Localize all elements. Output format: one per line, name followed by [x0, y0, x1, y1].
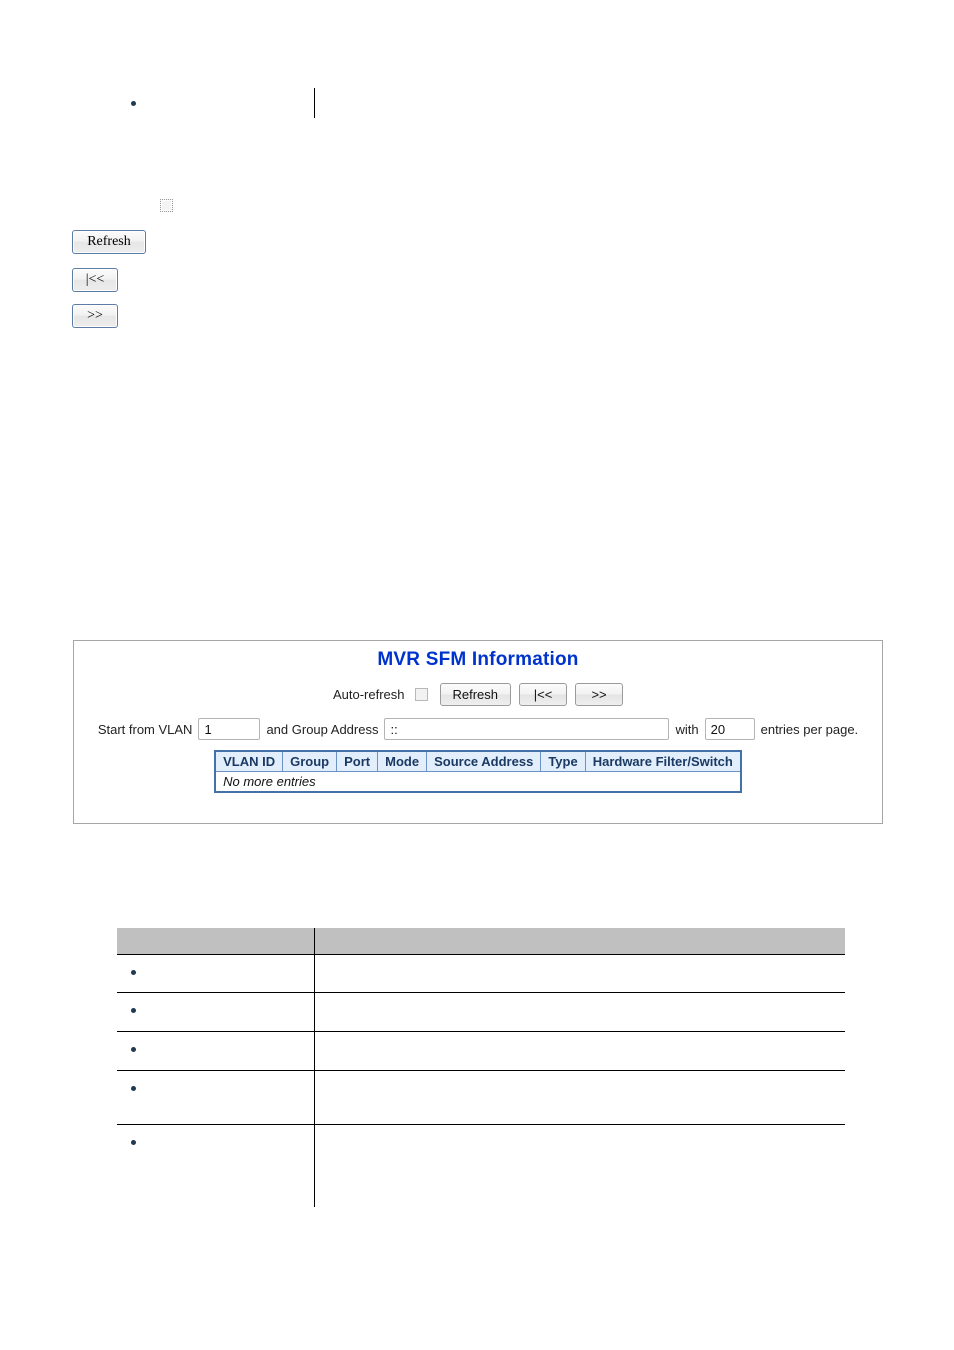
table-cell-description [314, 1032, 845, 1070]
table-header-row: VLAN ID Group Port Mode Source Address Type Ha… [214, 750, 742, 772]
table-cell-term [117, 88, 314, 118]
next-page-button[interactable]: >> [72, 304, 118, 328]
panel-toolbar: Auto-refresh Refresh |<< >> [74, 683, 882, 706]
entries-per-page-input[interactable] [704, 718, 755, 740]
table-cell-term [117, 993, 314, 1031]
refresh-button[interactable]: Refresh [72, 230, 146, 254]
column-header-group: Group [282, 750, 338, 772]
bullet-icon [131, 1046, 136, 1052]
table-row [117, 1031, 845, 1070]
table-row [117, 992, 845, 1031]
table-body: No more entries [214, 771, 742, 793]
entries-per-page-label: entries per page. [760, 721, 859, 737]
mvr-sfm-information-panel: MVR SFM Information Auto-refresh Refresh… [73, 640, 883, 824]
table-row [117, 1070, 845, 1124]
auto-refresh-checkbox[interactable] [414, 688, 428, 701]
table-cell-description [314, 955, 845, 992]
column-header-mode: Mode [377, 750, 428, 772]
table-row [117, 88, 845, 118]
column-header-port: Port [336, 750, 379, 772]
top-definition-table [117, 88, 845, 118]
bullet-icon [131, 1007, 136, 1013]
table-row-empty: No more entries [214, 771, 742, 793]
table-cell-description [314, 993, 845, 1031]
column-header-type: Type [540, 750, 586, 772]
bullet-icon [131, 1139, 136, 1145]
no-entries-message: No more entries [214, 771, 742, 793]
start-from-vlan-label: Start from VLAN [97, 721, 193, 737]
column-header-source-address: Source Address [426, 750, 542, 772]
table-cell-description [314, 88, 845, 118]
table-head: VLAN ID Group Port Mode Source Address Type Ha… [214, 750, 742, 772]
table-cell-term [117, 1125, 314, 1207]
column-header-hardware-filter-switch: Hardware Filter/Switch [584, 750, 742, 772]
header-cell-object [117, 928, 314, 954]
bullet-icon [131, 100, 136, 106]
table-cell-description [314, 1125, 845, 1207]
start-vlan-input[interactable] [198, 718, 261, 740]
mvr-sfm-table-wrapper: VLAN ID Group Port Mode Source Address Type Ha… [74, 750, 882, 793]
next-page-button[interactable]: >> [575, 683, 624, 706]
table-cell-term [117, 1032, 314, 1070]
mvr-sfm-table: VLAN ID Group Port Mode Source Address Type Ha… [214, 750, 742, 793]
group-address-input[interactable] [384, 718, 670, 740]
refresh-button[interactable]: Refresh [439, 683, 512, 706]
table-header-row [117, 928, 845, 954]
first-page-button[interactable]: |<< [72, 268, 118, 292]
column-header-vlan-id: VLAN ID [214, 750, 284, 772]
table-row [117, 954, 845, 992]
table-cell-term [117, 955, 314, 992]
filter-row: Start from VLAN and Group Address with e… [74, 718, 882, 740]
bullet-icon [131, 969, 136, 975]
bullet-icon [131, 1085, 136, 1091]
page-title: MVR SFM Information [377, 649, 579, 670]
auto-refresh-label: Auto-refresh [332, 687, 405, 702]
table-cell-description [314, 1071, 845, 1124]
and-group-address-label: and Group Address [266, 721, 379, 737]
header-cell-description [314, 928, 845, 954]
table-row [117, 1124, 845, 1207]
with-label: with [675, 721, 699, 737]
bottom-definition-table [117, 928, 845, 1207]
auto-refresh-checkbox[interactable] [160, 199, 173, 212]
table-cell-term [117, 1071, 314, 1124]
first-page-button[interactable]: |<< [519, 683, 568, 706]
